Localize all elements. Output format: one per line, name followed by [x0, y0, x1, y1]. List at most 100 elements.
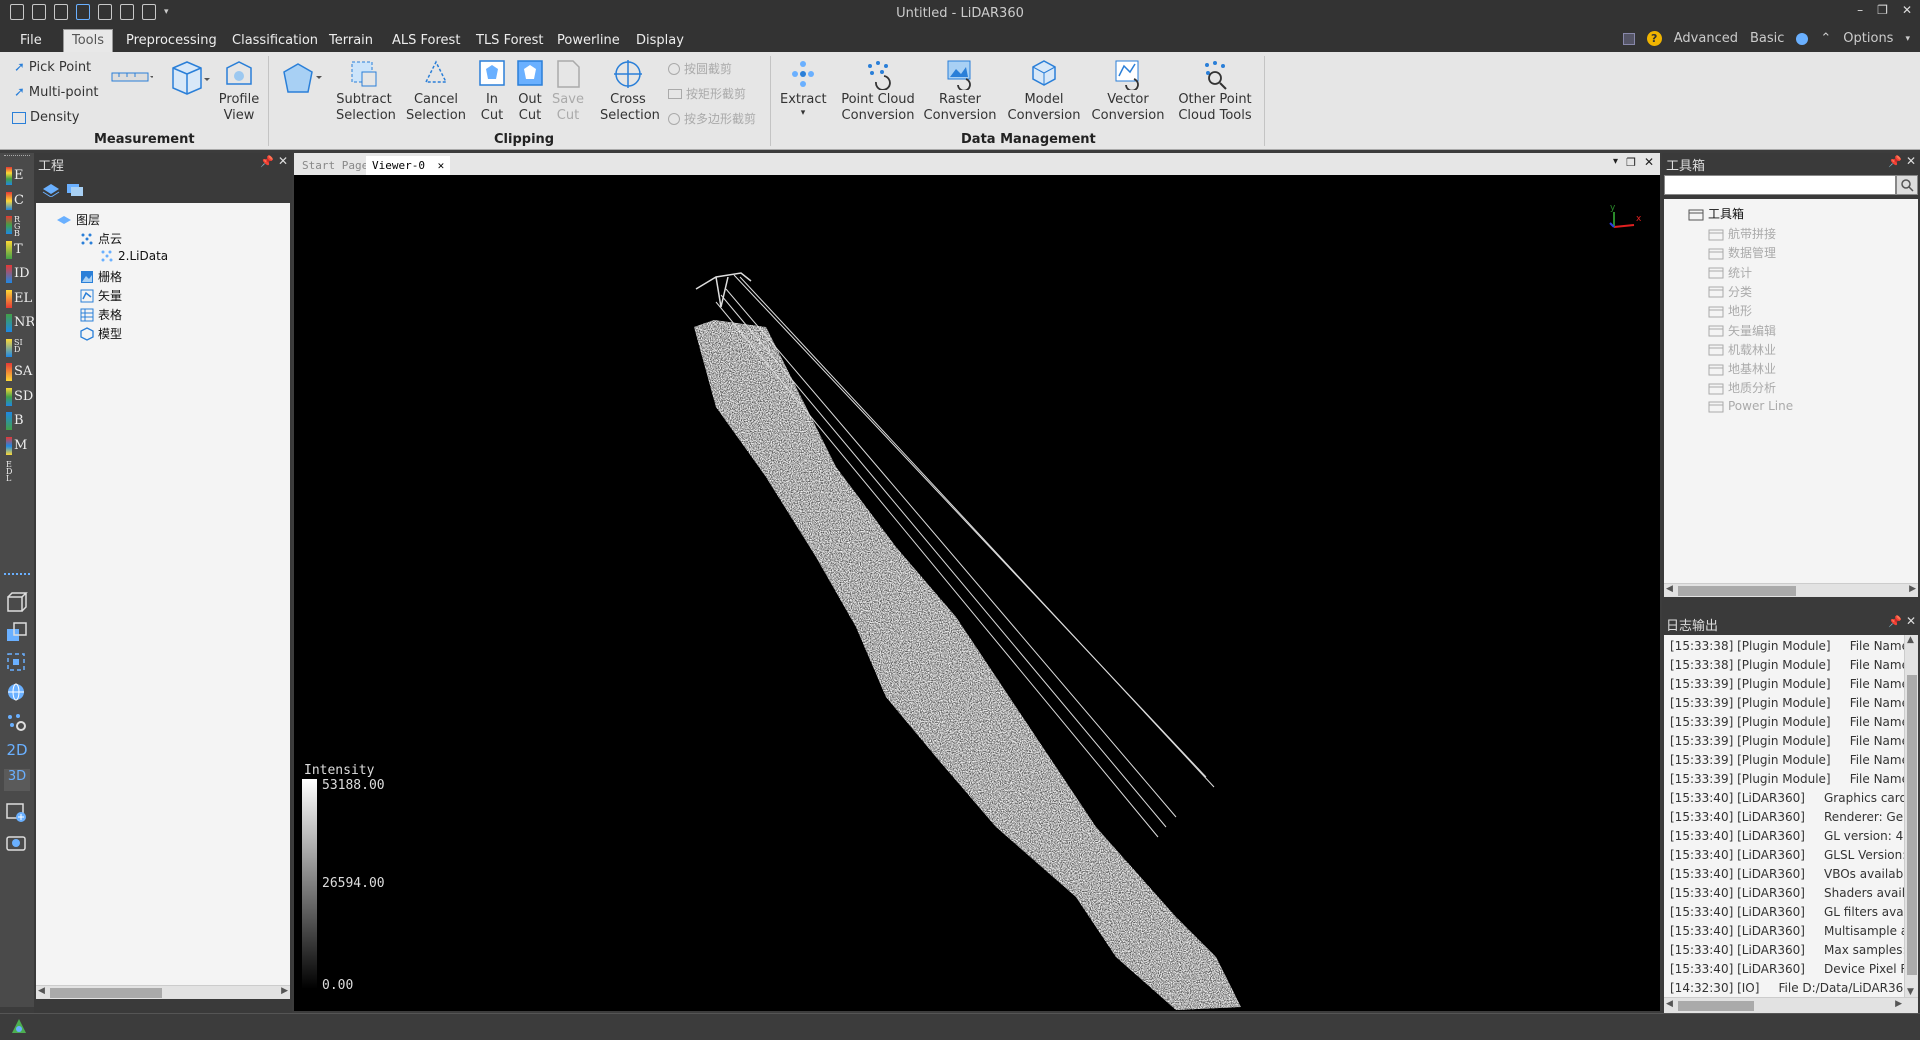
extract-button[interactable]: Extract ▾ [780, 58, 827, 118]
scroll-left-icon[interactable]: ◀ [1666, 584, 1673, 594]
tab-display[interactable]: Display [636, 30, 684, 52]
scroll-down-icon[interactable]: ▼ [1907, 987, 1914, 997]
log-horizontal-scrollbar[interactable]: ◀ ▶ [1664, 997, 1918, 1013]
tab-viewer-0[interactable]: Viewer-0 ✕ [366, 156, 451, 175]
display-mode-sid[interactable]: SID [4, 337, 30, 359]
collapse-ribbon-icon[interactable]: ⌃ [1820, 31, 1831, 46]
3d-view-button[interactable]: 3D [4, 769, 30, 791]
display-mode-c[interactable]: C [4, 190, 30, 212]
model-conversion-button[interactable]: Model Conversion [1004, 58, 1084, 124]
toolbox-search-input[interactable] [1664, 175, 1896, 195]
raster-conversion-button[interactable]: Raster Conversion [920, 58, 1000, 124]
globe-view-button[interactable] [4, 681, 30, 703]
toolbox-item[interactable]: 矢量编辑 [1708, 322, 1776, 339]
help-icon[interactable]: ? [1646, 31, 1662, 46]
toolbox-item[interactable]: 分类 [1708, 283, 1752, 300]
scroll-right-icon[interactable]: ▶ [1909, 584, 1916, 594]
tab-tools[interactable]: Tools [63, 29, 114, 52]
cut-polygon-button[interactable]: 按多边形截剪 [668, 110, 756, 127]
pin-icon[interactable]: 📌 [1888, 615, 1902, 628]
add-window-button[interactable] [4, 801, 30, 823]
tab-start-page[interactable]: Start Page [296, 156, 374, 175]
vector-conversion-button[interactable]: Vector Conversion [1090, 58, 1166, 124]
tab-preprocessing[interactable]: Preprocessing [126, 30, 217, 52]
display-mode-rgb[interactable]: RGB [4, 214, 30, 238]
options-dropdown-icon[interactable]: ▾ [1905, 34, 1910, 44]
tree-node-table[interactable]: 表格 [80, 306, 122, 323]
overlap-view-button[interactable] [4, 621, 30, 643]
tab-powerline[interactable]: Powerline [557, 30, 620, 52]
in-cut-button[interactable]: In Cut [474, 58, 510, 124]
toolbox-item[interactable]: 统计 [1708, 264, 1752, 281]
project-horizontal-scrollbar[interactable]: ◀ ▶ [36, 985, 290, 999]
basic-mode[interactable]: Basic [1750, 31, 1784, 46]
layer-add-icon[interactable] [42, 181, 60, 197]
toolbox-item[interactable]: 地基林业 [1708, 360, 1776, 377]
tab-terrain[interactable]: Terrain [329, 30, 373, 52]
subtract-selection-button[interactable]: Subtract Selection [336, 58, 396, 124]
toolbox-search-button[interactable] [1896, 175, 1918, 195]
minimize-icon[interactable]: – [1857, 3, 1863, 17]
point-cloud-render[interactable]: x y Intensity 53188.00 26594.00 0.00 [296, 177, 1658, 1011]
cut-circle-button[interactable]: 按圆截剪 [668, 60, 732, 77]
tree-node-point-cloud[interactable]: 点云 [80, 230, 122, 247]
box-view-button[interactable] [4, 591, 30, 613]
profile-view-button[interactable]: Profile View [218, 58, 260, 124]
cross-selection-button[interactable]: Cross Selection [600, 58, 660, 124]
close-icon[interactable]: ✕ [1902, 3, 1912, 17]
multi-point-button[interactable]: ➚ Multi-point [14, 85, 99, 100]
close-panel-icon[interactable]: ✕ [278, 154, 288, 168]
options-menu[interactable]: Options [1843, 31, 1893, 46]
point-cloud-conversion-button[interactable]: Point Cloud Conversion [838, 58, 918, 124]
toolbox-item[interactable]: 机载林业 [1708, 341, 1776, 358]
tab-tls-forest[interactable]: TLS Forest [476, 30, 543, 52]
scroll-thumb[interactable] [1907, 675, 1917, 975]
viewer-float-icon[interactable]: ❐ [1626, 156, 1636, 169]
tree-node-model[interactable]: 模型 [80, 325, 122, 342]
scroll-left-icon[interactable]: ◀ [1666, 999, 1673, 1009]
point-cloud-canvas[interactable]: x y Intensity 53188.00 26594.00 0.00 [296, 177, 1658, 1011]
toolbox-horizontal-scrollbar[interactable]: ◀ ▶ [1664, 583, 1918, 597]
viewer-dropdown-icon[interactable]: ▾ [1613, 156, 1618, 167]
toolbox-root[interactable]: 工具箱 [1688, 205, 1744, 222]
other-point-cloud-tools-button[interactable]: Other Point Cloud Tools [1172, 58, 1258, 124]
pick-point-button[interactable]: ➚ Pick Point [14, 60, 91, 75]
scroll-thumb[interactable] [1678, 586, 1796, 596]
scroll-thumb[interactable] [50, 988, 162, 998]
tree-node-vector[interactable]: 矢量 [80, 287, 122, 304]
display-mode-e[interactable]: E [4, 165, 30, 187]
layers-icon[interactable] [66, 181, 84, 197]
scroll-thumb[interactable] [1678, 1001, 1754, 1011]
scroll-up-icon[interactable]: ▲ [1907, 635, 1914, 645]
tree-node-raster[interactable]: 栅格 [80, 268, 122, 285]
toolbox-item[interactable]: 地形 [1708, 302, 1752, 319]
display-mode-m[interactable]: M [4, 435, 30, 457]
out-cut-button[interactable]: Out Cut [514, 58, 546, 124]
display-mode-t[interactable]: T [4, 239, 30, 261]
tab-close-icon[interactable]: ✕ [438, 159, 445, 172]
log-vertical-scrollbar[interactable]: ▲ ▼ [1904, 635, 1918, 997]
scroll-right-icon[interactable]: ▶ [1895, 999, 1902, 1009]
style-icon[interactable] [1622, 32, 1635, 45]
display-mode-id[interactable]: ID [4, 263, 30, 285]
polygon-select-button[interactable] [278, 60, 324, 98]
viewer-close-icon[interactable]: ✕ [1644, 155, 1654, 169]
pin-icon[interactable]: 📌 [260, 155, 274, 168]
scroll-right-icon[interactable]: ▶ [281, 986, 288, 996]
camera-button[interactable] [4, 831, 30, 853]
full-extent-button[interactable] [4, 651, 30, 673]
display-mode-sa[interactable]: SA [4, 361, 32, 383]
advanced-mode[interactable]: Advanced [1674, 31, 1738, 46]
ruler-button[interactable] [110, 70, 154, 86]
display-mode-el[interactable]: EL [4, 288, 32, 310]
tab-file[interactable]: File [20, 30, 42, 52]
display-mode-nr[interactable]: NR [4, 312, 35, 334]
point-tools-button[interactable] [4, 711, 30, 733]
cut-rect-button[interactable]: 按矩形截剪 [668, 85, 746, 102]
pin-icon[interactable]: 📌 [1888, 155, 1902, 168]
toolbox-item[interactable]: 航带拼接 [1708, 225, 1776, 242]
theme-icon[interactable] [1796, 32, 1809, 45]
save-cut-button[interactable]: Save Cut [552, 58, 584, 124]
display-mode-b[interactable]: B [4, 410, 30, 432]
tab-als-forest[interactable]: ALS Forest [392, 30, 460, 52]
